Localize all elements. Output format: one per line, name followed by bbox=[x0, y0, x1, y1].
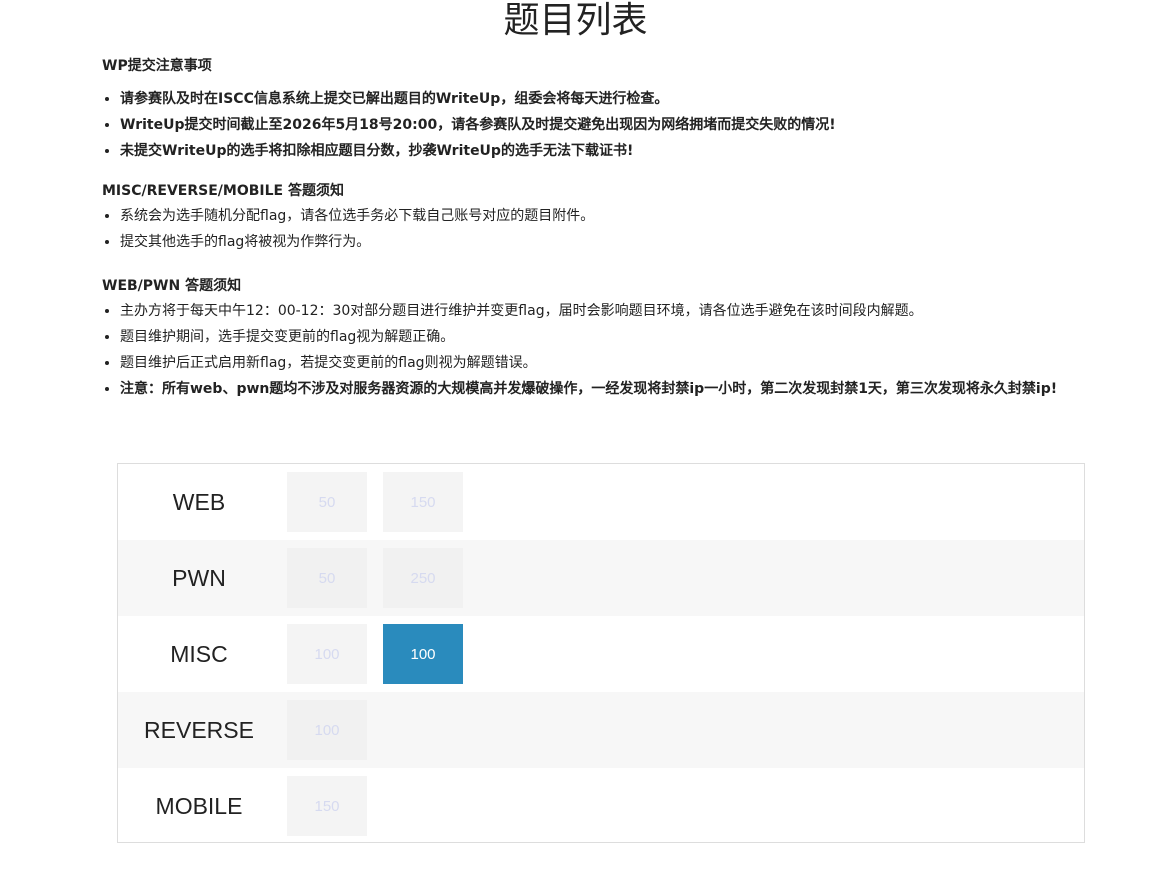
category-row-web: WEB 50 150 bbox=[118, 464, 1084, 540]
category-row-pwn: PWN 50 250 bbox=[118, 540, 1084, 616]
category-name: WEB bbox=[172, 488, 226, 515]
challenge-cell[interactable]: 100 bbox=[287, 624, 367, 684]
challenge-board: WEB 50 150 PWN 50 250 MISC 100 100 REVER… bbox=[117, 463, 1085, 843]
list-item: 系统会为选手随机分配flag，请各位选手务必下载自己账号对应的题目附件。 bbox=[120, 203, 1112, 229]
wp-notice-heading: WP提交注意事项 bbox=[102, 58, 212, 74]
challenge-cell[interactable]: 150 bbox=[383, 472, 463, 532]
notice-content: WP提交注意事项 请参赛队及时在ISCC信息系统上提交已解出题目的WriteUp… bbox=[102, 54, 1112, 402]
category-row-misc: MISC 100 100 bbox=[118, 616, 1084, 692]
misc-notice-heading: MISC/REVERSE/MOBILE 答题须知 bbox=[102, 183, 344, 199]
challenge-cell[interactable]: 50 bbox=[287, 548, 367, 608]
list-item: WriteUp提交时间截止至2026年5月18号20:00，请各参赛队及时提交避… bbox=[120, 112, 1112, 138]
web-notice-list: 主办方将于每天中午12：00-12：30对部分题目进行维护并变更flag，届时会… bbox=[102, 298, 1112, 402]
list-item: 请参赛队及时在ISCC信息系统上提交已解出题目的WriteUp，组委会将每天进行… bbox=[120, 86, 1112, 112]
list-item: 注意：所有web、pwn题均不涉及对服务器资源的大规模高并发爆破操作，一经发现将… bbox=[120, 376, 1112, 402]
category-row-reverse: REVERSE 100 bbox=[118, 692, 1084, 768]
page-title: 题目列表 bbox=[503, 0, 648, 41]
list-item: 主办方将于每天中午12：00-12：30对部分题目进行维护并变更flag，届时会… bbox=[120, 298, 1112, 324]
challenge-cell[interactable]: 250 bbox=[383, 548, 463, 608]
challenge-cell-solved[interactable]: 100 bbox=[383, 624, 463, 684]
challenge-cells: 100 bbox=[287, 700, 367, 760]
category-name: MISC bbox=[170, 640, 228, 667]
challenge-cell[interactable]: 50 bbox=[287, 472, 367, 532]
wp-notice-list: 请参赛队及时在ISCC信息系统上提交已解出题目的WriteUp，组委会将每天进行… bbox=[102, 86, 1112, 164]
challenge-cells: 100 100 bbox=[287, 624, 463, 684]
category-row-mobile: MOBILE 150 bbox=[118, 768, 1084, 844]
challenge-cell[interactable]: 100 bbox=[287, 700, 367, 760]
challenge-cell[interactable]: 150 bbox=[287, 776, 367, 836]
category-name: MOBILE bbox=[155, 792, 243, 819]
list-item: 未提交WriteUp的选手将扣除相应题目分数，抄袭WriteUp的选手无法下载证… bbox=[120, 138, 1112, 164]
list-item: 题目维护期间，选手提交变更前的flag视为解题正确。 bbox=[120, 324, 1112, 350]
category-name: PWN bbox=[172, 564, 226, 591]
web-notice-heading: WEB/PWN 答题须知 bbox=[102, 278, 242, 294]
list-item: 提交其他选手的flag将被视为作弊行为。 bbox=[120, 229, 1112, 255]
list-item: 题目维护后正式启用新flag，若提交变更前的flag则视为解题错误。 bbox=[120, 350, 1112, 376]
misc-notice-list: 系统会为选手随机分配flag，请各位选手务必下载自己账号对应的题目附件。 提交其… bbox=[102, 203, 1112, 255]
challenge-cells: 50 250 bbox=[287, 548, 463, 608]
challenge-cells: 50 150 bbox=[287, 472, 463, 532]
category-name: REVERSE bbox=[144, 716, 254, 743]
challenge-cells: 150 bbox=[287, 776, 367, 836]
